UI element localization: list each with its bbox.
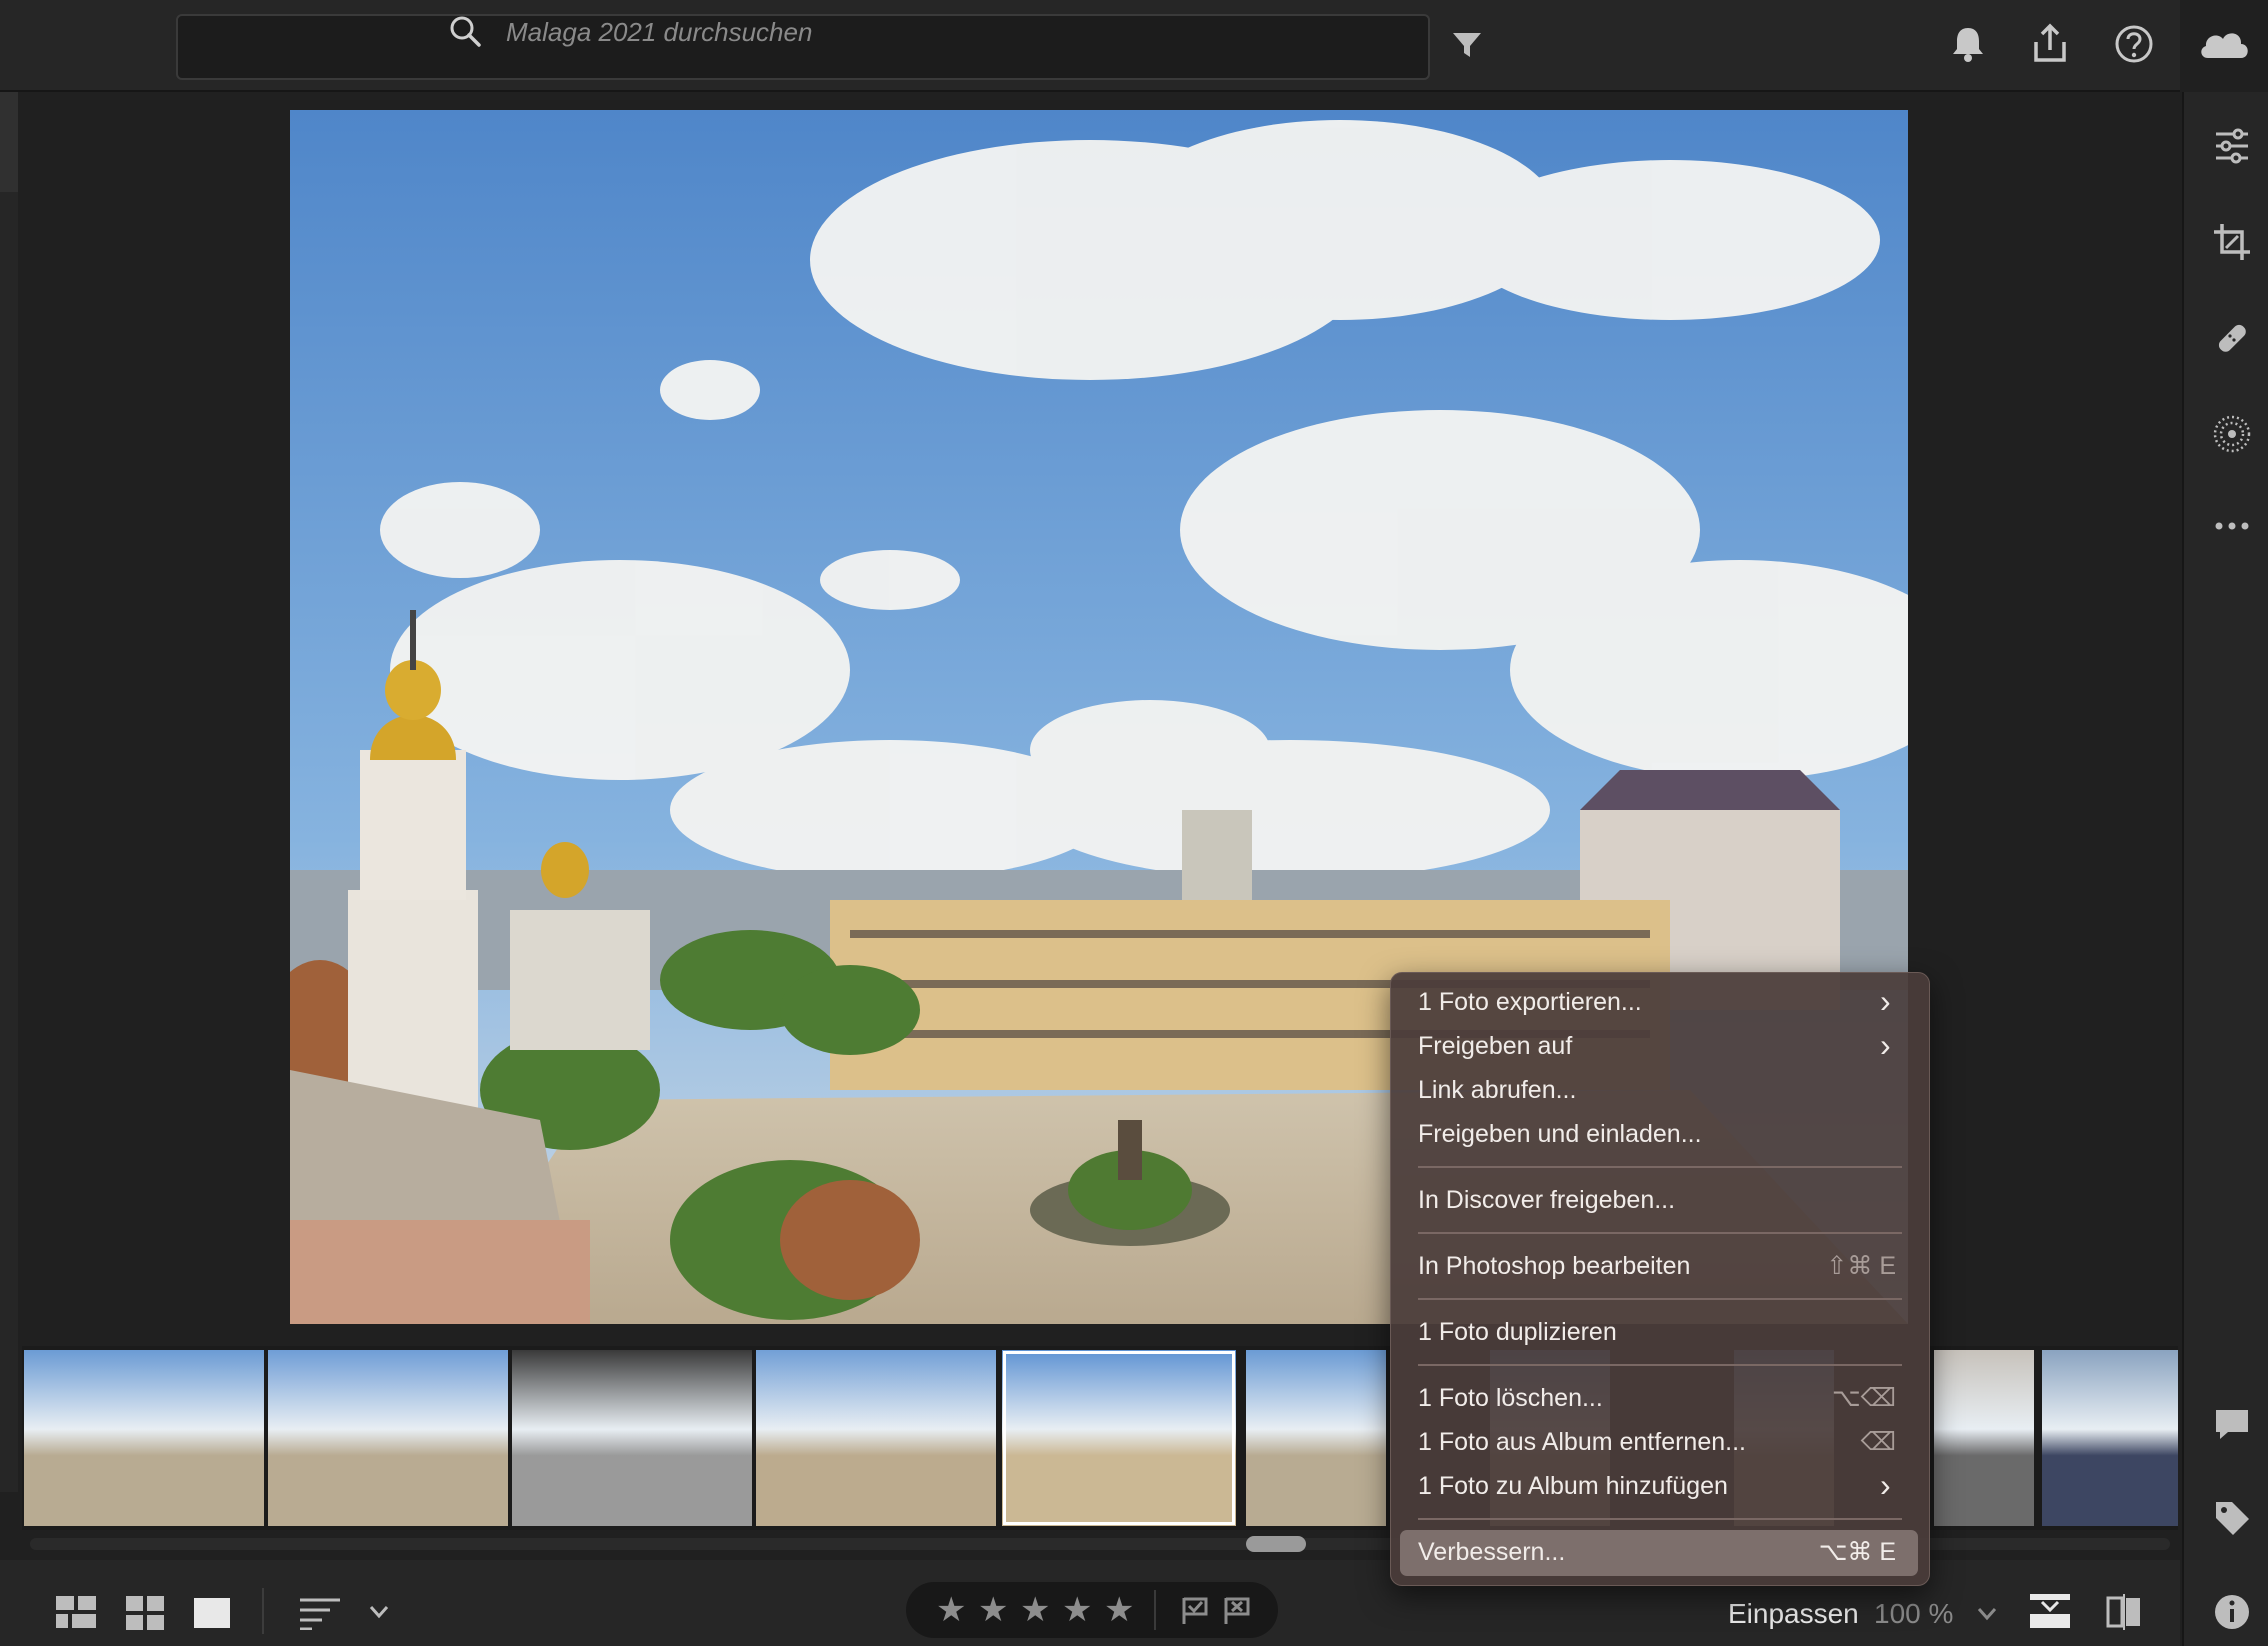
grid-view-icon[interactable] [126,1596,164,1630]
tag-icon[interactable] [2212,1498,2252,1538]
menu-separator [1418,1166,1902,1168]
filmstrip-thumbnail[interactable] [1246,1350,1386,1526]
menu-separator [1418,1298,1902,1300]
left-panel-edge [0,92,18,1492]
help-icon[interactable] [2112,22,2156,66]
filmstrip-thumbnail[interactable] [1002,1350,1236,1526]
context-menu-item[interactable]: In Discover freigeben... [1418,1184,1675,1216]
sort-icon[interactable] [298,1596,342,1630]
reject-flag-icon[interactable] [1222,1596,1252,1626]
menu-item-shortcut: ⌥⌘ E [1818,1538,1896,1566]
zoom-chevron-down-icon[interactable] [1976,1606,1998,1622]
rating-star-icon[interactable]: ★ [936,1590,966,1630]
crop-icon[interactable] [2212,222,2252,262]
menu-separator [1418,1364,1902,1366]
masking-icon[interactable] [2212,414,2252,454]
left-panel-tab[interactable] [0,92,18,192]
search-placeholder[interactable]: Malaga 2021 durchsuchen [506,16,812,48]
bell-icon[interactable] [1946,22,1990,66]
filmstrip-thumbnail[interactable] [512,1350,752,1526]
healing-icon[interactable] [2212,318,2252,358]
info-icon[interactable] [2212,1592,2252,1632]
chevron-right-icon: › [1880,1027,1891,1063]
filmstrip-toggle-icon[interactable] [2030,1594,2070,1630]
more-icon[interactable] [2212,506,2252,546]
context-menu-item[interactable]: 1 Foto löschen... [1418,1382,1603,1414]
chevron-right-icon: › [1880,1467,1891,1503]
cloud-icon[interactable] [2196,22,2252,66]
filmstrip-thumbnail[interactable] [756,1350,996,1526]
filmstrip-thumbnail[interactable] [2042,1350,2178,1526]
filmstrip-scrollbar-thumb[interactable] [1246,1536,1306,1552]
zoom-value[interactable]: 100 % [1874,1598,1953,1630]
context-menu-item[interactable]: 1 Foto aus Album entfernen... [1418,1426,1746,1458]
zoom-fit-button[interactable]: Einpassen [1728,1598,1859,1630]
compare-view-icon[interactable] [2106,1594,2142,1630]
menu-item-shortcut: ⇧⌘ E [1826,1252,1896,1280]
chevron-right-icon: › [1880,983,1891,1019]
context-menu-item[interactable]: Link abrufen... [1418,1074,1576,1106]
context-menu-item[interactable]: In Photoshop bearbeiten [1418,1250,1690,1282]
rating-star-icon[interactable]: ★ [1062,1590,1092,1630]
comment-icon[interactable] [2212,1404,2252,1444]
context-menu-item[interactable]: 1 Foto duplizieren [1418,1316,1617,1348]
search-icon[interactable] [448,14,482,48]
sliders-icon[interactable] [2212,126,2252,166]
chevron-down-icon[interactable] [368,1604,390,1620]
menu-separator [1418,1232,1902,1234]
square-grid-view-icon[interactable] [56,1596,96,1630]
rating-star-icon[interactable]: ★ [1020,1590,1050,1630]
context-menu-item[interactable]: Freigeben auf [1418,1030,1572,1062]
menu-item-shortcut: ⌫ [1860,1428,1896,1456]
divider [1154,1590,1156,1630]
pick-flag-icon[interactable] [1180,1596,1210,1626]
filmstrip-thumbnail[interactable] [24,1350,264,1526]
context-menu-item[interactable]: Verbessern... [1418,1536,1565,1568]
rating-star-icon[interactable]: ★ [978,1590,1008,1630]
context-menu-item[interactable]: 1 Foto exportieren... [1418,986,1642,1018]
menu-separator [1418,1518,1902,1520]
filter-icon[interactable] [1450,28,1484,62]
context-menu-item[interactable]: Freigeben und einladen... [1418,1118,1702,1150]
rating-star-icon[interactable]: ★ [1104,1590,1134,1630]
detail-view-icon[interactable] [194,1598,230,1628]
menu-item-shortcut: ⌥⌫ [1831,1384,1896,1412]
filmstrip-thumbnail[interactable] [268,1350,508,1526]
divider [262,1588,264,1634]
share-icon[interactable] [2028,22,2072,66]
filmstrip-thumbnail[interactable] [1934,1350,2034,1526]
context-menu-item[interactable]: 1 Foto zu Album hinzufügen [1418,1470,1728,1502]
